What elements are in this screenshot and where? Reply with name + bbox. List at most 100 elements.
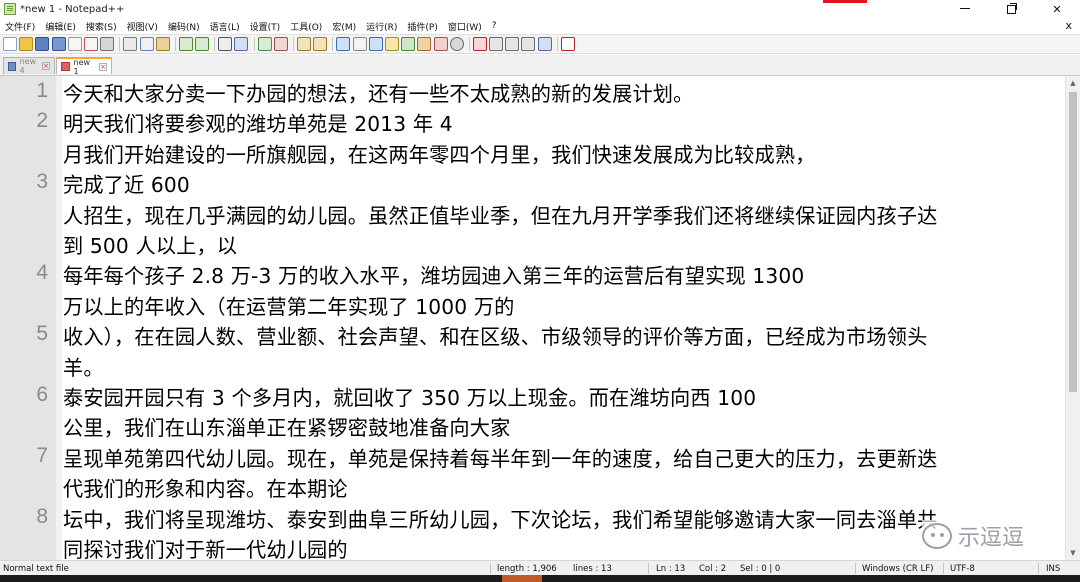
function-list-icon[interactable] <box>417 37 432 51</box>
menu-help[interactable]: ? <box>487 21 502 31</box>
menu-settings[interactable]: 设置(T) <box>245 20 286 33</box>
tab-close-icon[interactable]: × <box>42 62 50 70</box>
find-icon[interactable] <box>218 37 233 51</box>
close-hover-indicator <box>823 0 867 3</box>
status-bar: Normal text file length : 1,906 lines : … <box>0 560 1080 576</box>
saved-file-icon <box>8 61 16 71</box>
tab-new-4[interactable]: new 4 × <box>3 57 55 75</box>
line-number: 7 <box>36 443 48 467</box>
status-insert-mode[interactable]: INS <box>1046 561 1060 576</box>
menu-plugins[interactable]: 插件(P) <box>402 20 442 33</box>
text-line[interactable]: 代我们的形象和内容。在本期论 <box>63 473 348 502</box>
text-line[interactable]: 收入），在在园人数、营业额、社会声望、和在区级、市级领导的评价等方面，已经成为市… <box>63 321 927 350</box>
record-macro-icon[interactable] <box>472 37 487 51</box>
new-file-icon[interactable] <box>3 37 17 51</box>
text-line[interactable]: 到 500 人以上，以 <box>63 230 237 259</box>
redo-icon[interactable] <box>195 37 210 51</box>
document-close-button[interactable]: x <box>1065 19 1072 32</box>
tab-new-1[interactable]: new 1 × <box>56 57 112 76</box>
cut-icon[interactable] <box>123 37 138 51</box>
user-defined-language-icon[interactable] <box>384 37 399 51</box>
text-line[interactable]: 月我们开始建设的一所旗舰园，在这两年零四个月里，我们快速发展成为比较成熟， <box>63 139 816 168</box>
window-controls: ✕ <box>942 0 1080 18</box>
tab-label: new 4 <box>19 57 37 75</box>
text-line[interactable]: 坛中，我们将呈现潍坊、泰安到曲阜三所幼儿园，下次论坛，我们希望能够邀请大家一同去… <box>63 504 938 533</box>
status-length: length : 1,906 <box>497 563 557 574</box>
copy-icon[interactable] <box>139 37 154 51</box>
maximize-icon <box>1006 2 1017 14</box>
menu-view[interactable]: 视图(V) <box>122 20 163 33</box>
text-line[interactable]: 人招生，现在几乎满园的幼儿园。虽然正值毕业季，但在九月开学季我们还将继续保证园内… <box>63 200 938 229</box>
word-wrap-icon[interactable] <box>336 37 351 51</box>
playback-macro-icon[interactable] <box>505 37 520 51</box>
folder-as-workspace-icon[interactable] <box>433 37 448 51</box>
status-column: Col : 2 <box>699 563 727 574</box>
sync-horizontal-icon[interactable] <box>313 37 328 51</box>
toolbar-separator <box>174 37 176 51</box>
status-encoding[interactable]: UTF-8 <box>950 561 975 576</box>
run-macro-multiple-icon[interactable] <box>521 37 536 51</box>
save-icon[interactable] <box>35 37 50 51</box>
menu-language[interactable]: 语言(L) <box>205 20 245 33</box>
unsaved-file-icon <box>61 62 70 71</box>
status-eol[interactable]: Windows (CR LF) <box>862 561 933 576</box>
indent-guide-icon[interactable] <box>368 37 383 51</box>
menu-window[interactable]: 窗口(W) <box>443 20 487 33</box>
status-selection: Sel : 0 | 0 <box>740 563 781 574</box>
toolbar-separator <box>468 37 470 51</box>
line-number: 4 <box>36 261 48 285</box>
scroll-up-arrow-icon[interactable]: ▲ <box>1066 76 1080 90</box>
print-icon[interactable] <box>100 37 115 51</box>
save-all-icon[interactable] <box>51 37 66 51</box>
scrollbar-thumb[interactable] <box>1069 92 1077 392</box>
zoom-out-icon[interactable] <box>273 37 288 51</box>
text-line[interactable]: 公里，我们在山东淄单正在紧锣密鼓地准备向大家 <box>63 412 510 441</box>
undo-icon[interactable] <box>178 37 193 51</box>
monitoring-icon[interactable] <box>449 37 464 51</box>
text-line[interactable]: 呈现单苑第四代幼儿园。现在，单苑是保持着每半年到一年的速度，给自己更大的压力，去… <box>63 443 938 472</box>
save-macro-icon[interactable] <box>537 37 552 51</box>
editor[interactable]: 1 今天和大家分卖一下办园的想法，还有一些不太成熟的新的发展计划。 2 明天我们将要参… <box>0 76 1080 560</box>
open-file-icon[interactable] <box>19 37 34 51</box>
watermark: 示逗逗 <box>922 520 1025 552</box>
menu-search[interactable]: 搜索(S) <box>81 20 122 33</box>
menu-encoding[interactable]: 编码(N) <box>163 20 205 33</box>
text-line[interactable]: 万以上的年收入（在运营第二年实现了 1000 万的 <box>63 291 515 320</box>
text-line[interactable]: 明天我们将要参观的潍坊单苑是 2013 年 4 <box>63 108 453 137</box>
text-line[interactable]: 每年每个孩子 2.8 万-3 万的收入水平，潍坊园迪入第三年的运营后有望实现 1… <box>63 260 804 289</box>
watermark-text: 示逗逗 <box>958 526 1025 551</box>
spell-check-icon[interactable] <box>560 37 575 51</box>
text-line[interactable]: 泰安园开园只有 3 个多月内，就回收了 350 万以上现金。而在潍坊向西 100 <box>63 382 756 411</box>
menu-tools[interactable]: 工具(O) <box>285 20 327 33</box>
text-line[interactable]: 羊。 <box>63 352 104 381</box>
status-separator <box>855 563 856 574</box>
text-line[interactable]: 完成了近 600 <box>63 169 190 198</box>
close-all-icon[interactable] <box>83 37 98 51</box>
menu-edit[interactable]: 编辑(E) <box>40 20 81 33</box>
status-language: Normal text file <box>3 563 69 574</box>
text-line[interactable]: 同探讨我们对于新一代幼儿园的 <box>63 534 348 560</box>
document-map-icon[interactable] <box>401 37 416 51</box>
close-button[interactable]: ✕ <box>1034 0 1080 18</box>
line-number: 3 <box>36 170 48 194</box>
minimize-button[interactable] <box>942 0 988 18</box>
menu-file[interactable]: 文件(F) <box>0 20 40 33</box>
paste-icon[interactable] <box>155 37 170 51</box>
stop-recording-icon[interactable] <box>489 37 504 51</box>
close-file-icon[interactable] <box>67 37 82 51</box>
menu-macro[interactable]: 宏(M) <box>327 20 361 33</box>
tab-close-icon[interactable]: × <box>99 62 107 71</box>
menu-run[interactable]: 运行(R) <box>361 20 402 33</box>
close-icon: ✕ <box>1052 2 1062 16</box>
show-all-characters-icon[interactable] <box>352 37 367 51</box>
taskbar-strip <box>0 575 1080 582</box>
vertical-scrollbar[interactable]: ▲ ▼ <box>1065 76 1080 560</box>
replace-icon[interactable] <box>234 37 249 51</box>
zoom-in-icon[interactable] <box>257 37 272 51</box>
maximize-button[interactable] <box>988 0 1034 18</box>
status-line: Ln : 13 <box>656 563 686 574</box>
notepad-plus-plus-app-icon <box>4 3 16 15</box>
text-line[interactable]: 今天和大家分卖一下办园的想法，还有一些不太成熟的新的发展计划。 <box>63 78 693 107</box>
sync-vertical-icon[interactable] <box>297 37 311 51</box>
scroll-down-arrow-icon[interactable]: ▼ <box>1066 546 1080 560</box>
